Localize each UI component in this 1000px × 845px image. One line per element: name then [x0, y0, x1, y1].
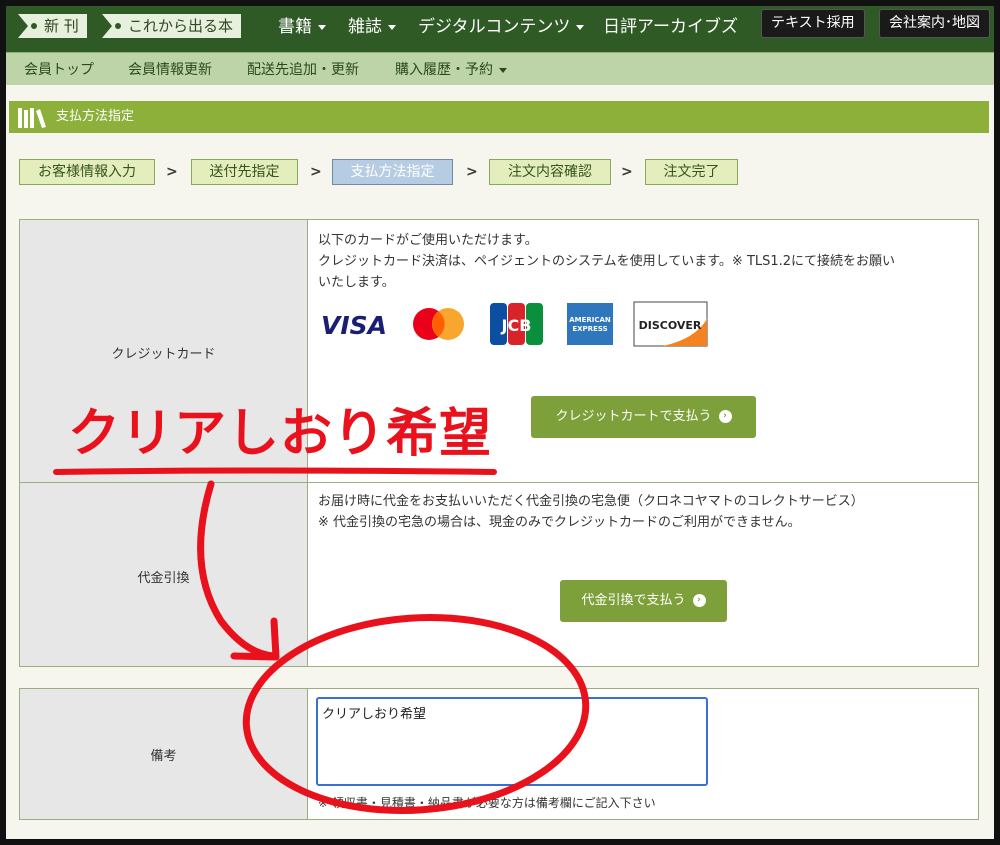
annotation-circle — [242, 614, 590, 814]
annotation-drawing — [53, 467, 590, 814]
screenshot-frame: 新 刊 これから出る本 書籍 雑誌 デジタルコンテンツ 日評アーカイブズ テキス… — [6, 6, 994, 839]
annotation-arrow-icon — [197, 480, 278, 660]
annotation-underline — [53, 467, 497, 475]
